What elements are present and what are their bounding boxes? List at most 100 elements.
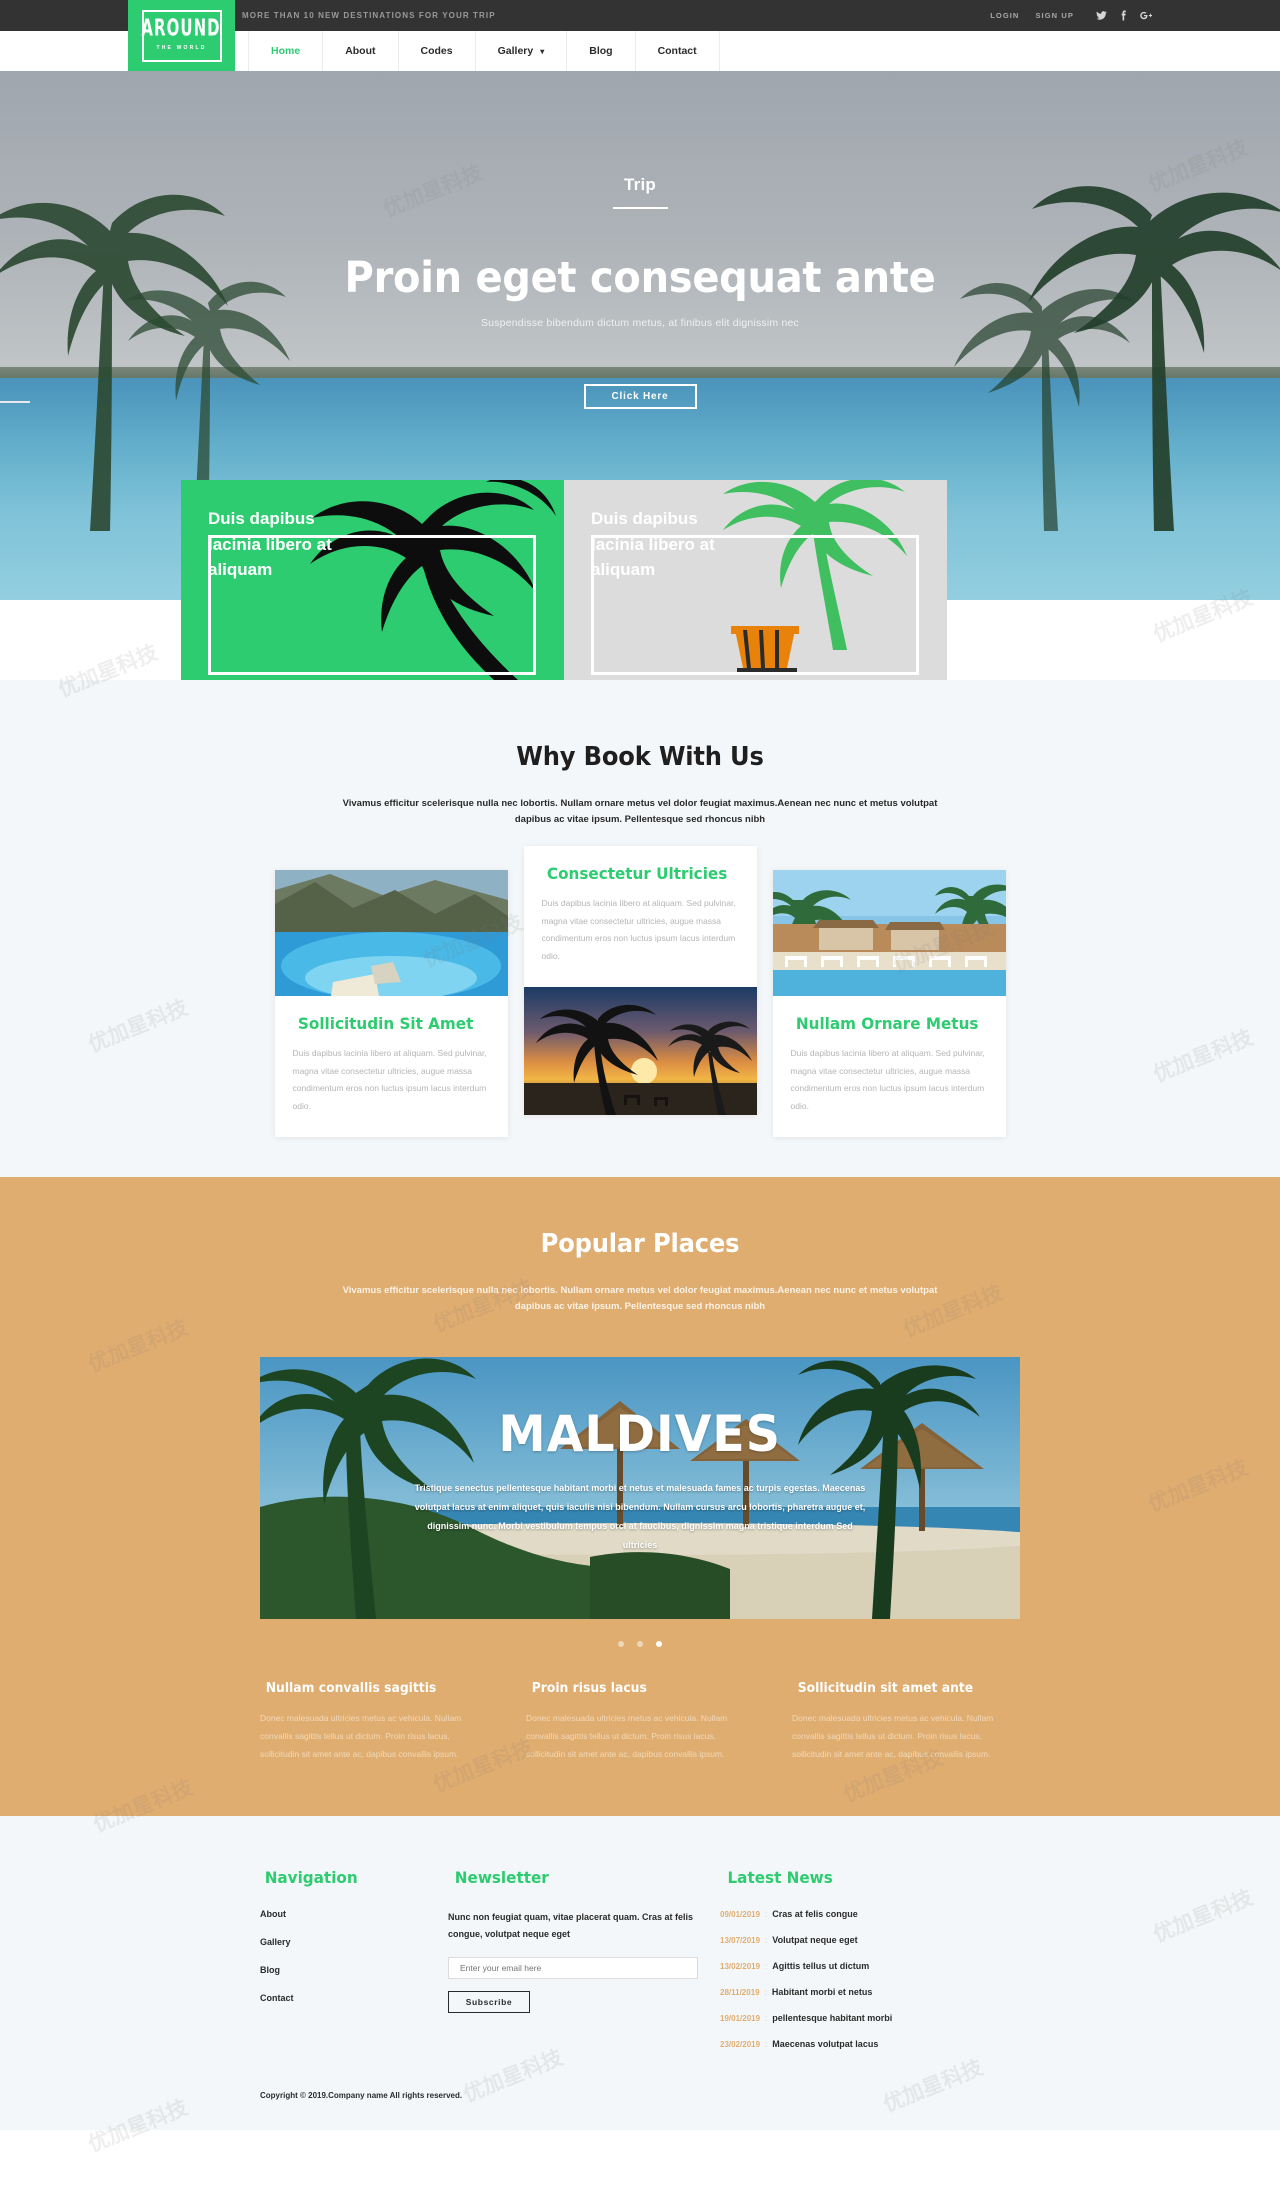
hero-cta-button[interactable]: Click Here [583, 384, 697, 409]
footer-link-about[interactable]: About [260, 1909, 448, 1919]
footer-nav-title: Navigation [264, 1867, 358, 1887]
news-date: 09/01/2019 [720, 1909, 761, 1919]
section-title: Why Book With Us [516, 742, 764, 772]
logo-text: AROUND [141, 14, 222, 42]
nav-item-gallery[interactable]: Gallery ▾ [476, 31, 568, 71]
hero-subtitle: Suspendisse bibendum dictum metus, at fi… [480, 317, 800, 329]
promo-card-grey[interactable]: Duis dapibus lacinia libero at aliquam [564, 480, 947, 680]
promo-cards: Duis dapibus lacinia libero at aliquam D… [128, 480, 1152, 680]
zakynthos-navagio-beach-photo [274, 870, 508, 997]
email-input[interactable] [448, 1956, 698, 1979]
promo-card-green[interactable]: Duis dapibus lacinia libero at aliquam [181, 480, 564, 680]
feature-card[interactable]: Nullam Ornare Metus Duis dapibus lacinia… [772, 870, 1006, 1137]
news-title: Volutpat neque eget [772, 1934, 858, 1945]
signup-link[interactable]: SIGN UP [1035, 11, 1074, 20]
nav-label: Codes [420, 45, 453, 57]
why-book-section: Why Book With Us Vivamus efficitur scele… [0, 680, 1280, 1177]
popular-column: Nullam convallis sagittis Donec malesuad… [260, 1681, 488, 1764]
feature-cards: Sollicitudin Sit Amet Duis dapibus lacin… [128, 846, 1152, 1177]
news-item[interactable]: 19/01/2019 : pellentesque habitant morbi [720, 2013, 1020, 2023]
feature-card-title: Nullam Ornare Metus [795, 1014, 978, 1034]
twitter-icon[interactable] [1096, 10, 1107, 21]
main-navbar: AROUND THE WORLD Home About Codes Galler… [0, 0, 1280, 71]
social-links [1096, 10, 1152, 21]
nav-label: About [345, 45, 376, 57]
news-date: 13/07/2019 [720, 1935, 761, 1945]
slider-dot-2[interactable] [637, 1641, 643, 1648]
footer-latest-news-title: Latest News [727, 1867, 833, 1887]
nav-label: Gallery [497, 45, 534, 57]
footer-link-contact[interactable]: Contact [260, 1993, 448, 2003]
feature-card-text: Duis dapibus lacinia libero at aliquam. … [790, 1048, 985, 1111]
popular-columns: Nullam convallis sagittis Donec malesuad… [260, 1681, 1020, 1764]
news-separator: : [765, 2039, 768, 2049]
news-title: Habitant morbi et netus [771, 1986, 873, 1997]
footer-link-gallery[interactable]: Gallery [260, 1937, 448, 1947]
hero-divider [612, 207, 668, 209]
page-root: MORE THAN 10 NEW DESTINATIONS FOR YOUR T… [0, 0, 1280, 2157]
site-logo[interactable]: AROUND THE WORLD [128, 0, 235, 71]
news-separator: : [765, 1909, 768, 1919]
tropical-resort-loungers-photo [772, 870, 1006, 997]
news-title: pellentesque habitant morbi [772, 2012, 893, 2023]
news-item[interactable]: 28/11/2019 : Habitant morbi et netus [720, 1987, 1020, 1997]
nav-item-blog[interactable]: Blog [567, 31, 636, 71]
news-separator: : [765, 1935, 768, 1945]
promo-title: Duis dapibus lacinia libero at aliquam [591, 509, 715, 579]
popular-column: Proin risus lacus Donec malesuada ultric… [526, 1681, 754, 1764]
footer-newsletter-title: Newsletter [454, 1867, 549, 1887]
promo-title: Duis dapibus lacinia libero at aliquam [208, 509, 332, 579]
popular-places-section: Popular Places Vivamus efficitur sceleri… [0, 1176, 1280, 1816]
popular-column-title: Nullam convallis sagittis [265, 1681, 437, 1697]
nav-label: Home [271, 45, 301, 57]
feature-description: Tristique senectus pellentesque habitant… [414, 1483, 866, 1550]
hero-title: Proin eget consequat ante [344, 253, 936, 303]
news-date: 19/01/2019 [720, 2013, 761, 2023]
footer-latest-news: Latest News 09/01/2019 : Cras at felis c… [720, 1868, 1020, 2065]
facebook-icon[interactable] [1120, 10, 1127, 21]
nav-item-contact[interactable]: Contact [636, 31, 720, 71]
feature-card-title: Consectetur Ultricies [546, 864, 727, 884]
news-item[interactable]: 13/07/2019 : Volutpat neque eget [720, 1935, 1020, 1945]
popular-column-text: Donec malesuada ultricies metus ac vehic… [260, 1713, 462, 1759]
popular-column-text: Donec malesuada ultricies metus ac vehic… [526, 1713, 728, 1759]
nav-item-codes[interactable]: Codes [399, 31, 476, 71]
footer-navigation: Navigation About Gallery Blog Contact [260, 1868, 448, 2065]
hero-side-dash [0, 401, 30, 403]
feature-title: MALDIVES [498, 1405, 782, 1464]
popular-feature-slide[interactable]: MALDIVES Tristique senectus pellentesque… [260, 1357, 1020, 1620]
news-title: Maecenas volutpat lacus [772, 2038, 879, 2049]
news-item[interactable]: 23/02/2019 : Maecenas volutpat lacus [720, 2039, 1020, 2049]
news-title: Agittis tellus ut dictum [772, 1960, 870, 1971]
feature-card[interactable]: Consectetur Ultricies Duis dapibus lacin… [523, 846, 757, 1115]
feature-card[interactable]: Sollicitudin Sit Amet Duis dapibus lacin… [274, 870, 508, 1137]
section-subtitle: Vivamus efficitur scelerisque nulla nec … [342, 1284, 938, 1313]
slider-dot-1[interactable] [618, 1641, 624, 1648]
section-title: Popular Places [540, 1228, 740, 1259]
copyright-text: Copyright © 2019.Company name All rights… [260, 2090, 463, 2100]
news-item[interactable]: 13/02/2019 : Agittis tellus ut dictum [720, 1961, 1020, 1971]
footer-link-blog[interactable]: Blog [260, 1965, 448, 1975]
footer-newsletter: Newsletter Nunc non feugiat quam, vitae … [448, 1868, 720, 2065]
nav-item-about[interactable]: About [323, 31, 399, 71]
logo-subtext: THE WORLD [156, 44, 207, 51]
subscribe-button[interactable]: Subscribe [448, 1990, 530, 2013]
hero-kicker: Trip [624, 175, 656, 194]
news-separator: : [765, 1961, 768, 1971]
nav-label: Blog [589, 45, 613, 57]
login-link[interactable]: LOGIN [990, 11, 1019, 20]
slider-dot-3[interactable] [656, 1641, 662, 1648]
feature-card-title: Sollicitudin Sit Amet [297, 1014, 473, 1034]
news-date: 23/02/2019 [720, 2039, 761, 2049]
google-plus-icon[interactable] [1140, 10, 1152, 21]
topbar-tagline: MORE THAN 10 NEW DESTINATIONS FOR YOUR T… [242, 11, 496, 20]
hero-content: Trip Proin eget consequat ante Suspendis… [128, 71, 1152, 409]
news-item[interactable]: 09/01/2019 : Cras at felis congue [720, 1909, 1020, 1919]
nav-label: Contact [657, 45, 697, 57]
nav-item-home[interactable]: Home [248, 31, 324, 71]
footer-newsletter-text: Nunc non feugiat quam, vitae placerat qu… [448, 1911, 694, 1939]
news-separator: : [764, 1987, 767, 1997]
section-subtitle: Vivamus efficitur scelerisque nulla nec … [342, 798, 938, 826]
popular-column-title: Sollicitudin sit amet ante [797, 1681, 974, 1697]
feature-card-text: Duis dapibus lacinia libero at aliquam. … [292, 1048, 487, 1111]
